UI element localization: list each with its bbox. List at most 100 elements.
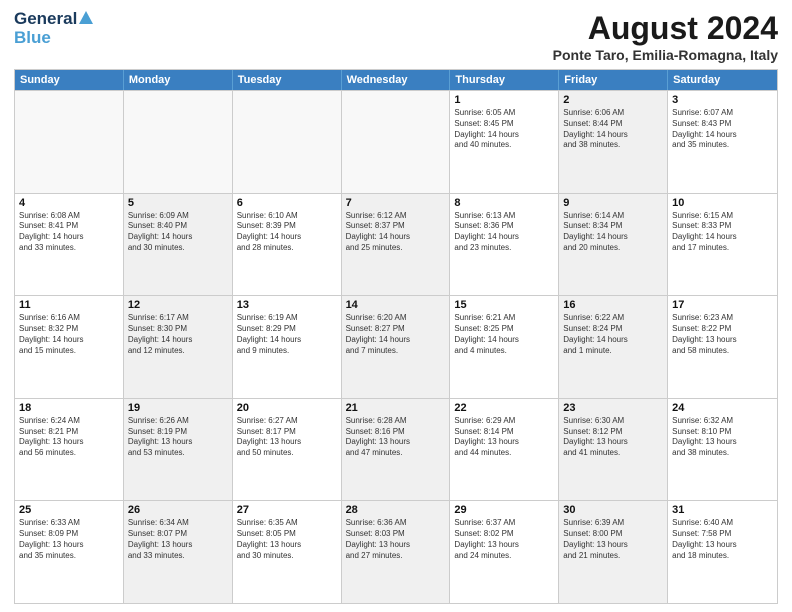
day-info: Sunrise: 6:14 AM Sunset: 8:34 PM Dayligh… bbox=[563, 211, 663, 254]
calendar-row-3: 11 Sunrise: 6:16 AM Sunset: 8:32 PM Dayli… bbox=[15, 295, 777, 398]
day-number: 16 bbox=[563, 299, 663, 311]
day-info: Sunrise: 6:15 AM Sunset: 8:33 PM Dayligh… bbox=[672, 211, 773, 254]
day-info: Sunrise: 6:27 AM Sunset: 8:17 PM Dayligh… bbox=[237, 416, 337, 459]
day-info: Sunrise: 6:33 AM Sunset: 8:09 PM Dayligh… bbox=[19, 518, 119, 561]
day-info: Sunrise: 6:09 AM Sunset: 8:40 PM Dayligh… bbox=[128, 211, 228, 254]
cal-cell: 7 Sunrise: 6:12 AM Sunset: 8:37 PM Daylig… bbox=[342, 194, 451, 296]
header: General Blue August 2024 Ponte Taro, Emi… bbox=[14, 10, 778, 63]
cal-cell: 6 Sunrise: 6:10 AM Sunset: 8:39 PM Daylig… bbox=[233, 194, 342, 296]
day-number: 22 bbox=[454, 402, 554, 414]
day-number: 11 bbox=[19, 299, 119, 311]
day-number: 21 bbox=[346, 402, 446, 414]
day-info: Sunrise: 6:34 AM Sunset: 8:07 PM Dayligh… bbox=[128, 518, 228, 561]
cal-cell: 16 Sunrise: 6:22 AM Sunset: 8:24 PM Dayli… bbox=[559, 296, 668, 398]
cal-cell: 11 Sunrise: 6:16 AM Sunset: 8:32 PM Dayli… bbox=[15, 296, 124, 398]
day-number: 10 bbox=[672, 197, 773, 209]
weekday-header-thursday: Thursday bbox=[450, 70, 559, 90]
cal-cell: 12 Sunrise: 6:17 AM Sunset: 8:30 PM Dayli… bbox=[124, 296, 233, 398]
day-info: Sunrise: 6:17 AM Sunset: 8:30 PM Dayligh… bbox=[128, 313, 228, 356]
day-info: Sunrise: 6:20 AM Sunset: 8:27 PM Dayligh… bbox=[346, 313, 446, 356]
day-number: 14 bbox=[346, 299, 446, 311]
day-number: 26 bbox=[128, 504, 228, 516]
weekday-header-wednesday: Wednesday bbox=[342, 70, 451, 90]
main-title: August 2024 bbox=[553, 10, 778, 47]
day-info: Sunrise: 6:35 AM Sunset: 8:05 PM Dayligh… bbox=[237, 518, 337, 561]
cal-cell bbox=[124, 91, 233, 193]
day-number: 17 bbox=[672, 299, 773, 311]
cal-cell: 14 Sunrise: 6:20 AM Sunset: 8:27 PM Dayli… bbox=[342, 296, 451, 398]
day-info: Sunrise: 6:12 AM Sunset: 8:37 PM Dayligh… bbox=[346, 211, 446, 254]
title-block: August 2024 Ponte Taro, Emilia-Romagna, … bbox=[553, 10, 778, 63]
day-info: Sunrise: 6:40 AM Sunset: 7:58 PM Dayligh… bbox=[672, 518, 773, 561]
day-info: Sunrise: 6:32 AM Sunset: 8:10 PM Dayligh… bbox=[672, 416, 773, 459]
day-number: 20 bbox=[237, 402, 337, 414]
cal-cell: 29Sunrise: 6:37 AM Sunset: 8:02 PM Dayli… bbox=[450, 501, 559, 603]
day-number: 31 bbox=[672, 504, 773, 516]
weekday-header-tuesday: Tuesday bbox=[233, 70, 342, 90]
weekday-header-sunday: Sunday bbox=[15, 70, 124, 90]
cal-cell: 26 Sunrise: 6:34 AM Sunset: 8:07 PM Dayli… bbox=[124, 501, 233, 603]
cal-cell: 23 Sunrise: 6:30 AM Sunset: 8:12 PM Dayli… bbox=[559, 399, 668, 501]
day-info: Sunrise: 6:10 AM Sunset: 8:39 PM Dayligh… bbox=[237, 211, 337, 254]
cal-cell: 9 Sunrise: 6:14 AM Sunset: 8:34 PM Daylig… bbox=[559, 194, 668, 296]
day-number: 30 bbox=[563, 504, 663, 516]
cal-cell: 4Sunrise: 6:08 AM Sunset: 8:41 PM Daylig… bbox=[15, 194, 124, 296]
day-info: Sunrise: 6:16 AM Sunset: 8:32 PM Dayligh… bbox=[19, 313, 119, 356]
cal-cell: 30Sunrise: 6:39 AM Sunset: 8:00 PM Dayli… bbox=[559, 501, 668, 603]
day-number: 7 bbox=[346, 197, 446, 209]
cal-cell: 20 Sunrise: 6:27 AM Sunset: 8:17 PM Dayli… bbox=[233, 399, 342, 501]
cal-cell: 18Sunrise: 6:24 AM Sunset: 8:21 PM Dayli… bbox=[15, 399, 124, 501]
cal-cell: 15 Sunrise: 6:21 AM Sunset: 8:25 PM Dayli… bbox=[450, 296, 559, 398]
cal-cell bbox=[15, 91, 124, 193]
page: General Blue August 2024 Ponte Taro, Emi… bbox=[0, 0, 792, 612]
calendar-row-1: 1Sunrise: 6:05 AM Sunset: 8:45 PM Daylig… bbox=[15, 90, 777, 193]
cal-cell: 5Sunrise: 6:09 AM Sunset: 8:40 PM Daylig… bbox=[124, 194, 233, 296]
cal-cell: 3Sunrise: 6:07 AM Sunset: 8:43 PM Daylig… bbox=[668, 91, 777, 193]
day-number: 23 bbox=[563, 402, 663, 414]
cal-cell: 19Sunrise: 6:26 AM Sunset: 8:19 PM Dayli… bbox=[124, 399, 233, 501]
day-info: Sunrise: 6:19 AM Sunset: 8:29 PM Dayligh… bbox=[237, 313, 337, 356]
calendar-row-5: 25Sunrise: 6:33 AM Sunset: 8:09 PM Dayli… bbox=[15, 500, 777, 603]
cal-cell: 17 Sunrise: 6:23 AM Sunset: 8:22 PM Dayli… bbox=[668, 296, 777, 398]
cal-cell: 31 Sunrise: 6:40 AM Sunset: 7:58 PM Dayli… bbox=[668, 501, 777, 603]
day-number: 29 bbox=[454, 504, 554, 516]
weekday-header-monday: Monday bbox=[124, 70, 233, 90]
weekday-header-friday: Friday bbox=[559, 70, 668, 90]
cal-cell: 28 Sunrise: 6:36 AM Sunset: 8:03 PM Dayli… bbox=[342, 501, 451, 603]
cal-cell: 1Sunrise: 6:05 AM Sunset: 8:45 PM Daylig… bbox=[450, 91, 559, 193]
day-number: 12 bbox=[128, 299, 228, 311]
day-info: Sunrise: 6:24 AM Sunset: 8:21 PM Dayligh… bbox=[19, 416, 119, 459]
weekday-header-saturday: Saturday bbox=[668, 70, 777, 90]
cal-cell: 10 Sunrise: 6:15 AM Sunset: 8:33 PM Dayli… bbox=[668, 194, 777, 296]
cal-cell: 13Sunrise: 6:19 AM Sunset: 8:29 PM Dayli… bbox=[233, 296, 342, 398]
day-info: Sunrise: 6:30 AM Sunset: 8:12 PM Dayligh… bbox=[563, 416, 663, 459]
day-info: Sunrise: 6:07 AM Sunset: 8:43 PM Dayligh… bbox=[672, 108, 773, 151]
day-number: 28 bbox=[346, 504, 446, 516]
subtitle: Ponte Taro, Emilia-Romagna, Italy bbox=[553, 47, 778, 63]
logo: General Blue bbox=[14, 10, 93, 47]
cal-cell: 8Sunrise: 6:13 AM Sunset: 8:36 PM Daylig… bbox=[450, 194, 559, 296]
day-info: Sunrise: 6:28 AM Sunset: 8:16 PM Dayligh… bbox=[346, 416, 446, 459]
cal-cell bbox=[342, 91, 451, 193]
day-info: Sunrise: 6:21 AM Sunset: 8:25 PM Dayligh… bbox=[454, 313, 554, 356]
cal-cell bbox=[233, 91, 342, 193]
day-number: 2 bbox=[563, 94, 663, 106]
day-info: Sunrise: 6:06 AM Sunset: 8:44 PM Dayligh… bbox=[563, 108, 663, 151]
cal-cell: 27Sunrise: 6:35 AM Sunset: 8:05 PM Dayli… bbox=[233, 501, 342, 603]
logo-text-general: General bbox=[14, 10, 77, 29]
logo-triangle-icon bbox=[79, 11, 93, 24]
day-info: Sunrise: 6:29 AM Sunset: 8:14 PM Dayligh… bbox=[454, 416, 554, 459]
day-number: 1 bbox=[454, 94, 554, 106]
logo-text-blue: Blue bbox=[14, 29, 51, 48]
day-info: Sunrise: 6:22 AM Sunset: 8:24 PM Dayligh… bbox=[563, 313, 663, 356]
cal-cell: 22 Sunrise: 6:29 AM Sunset: 8:14 PM Dayli… bbox=[450, 399, 559, 501]
day-info: Sunrise: 6:23 AM Sunset: 8:22 PM Dayligh… bbox=[672, 313, 773, 356]
day-number: 15 bbox=[454, 299, 554, 311]
day-number: 8 bbox=[454, 197, 554, 209]
calendar-row-4: 18Sunrise: 6:24 AM Sunset: 8:21 PM Dayli… bbox=[15, 398, 777, 501]
day-number: 9 bbox=[563, 197, 663, 209]
calendar: SundayMondayTuesdayWednesdayThursdayFrid… bbox=[14, 69, 778, 604]
day-number: 19 bbox=[128, 402, 228, 414]
day-number: 6 bbox=[237, 197, 337, 209]
day-info: Sunrise: 6:36 AM Sunset: 8:03 PM Dayligh… bbox=[346, 518, 446, 561]
